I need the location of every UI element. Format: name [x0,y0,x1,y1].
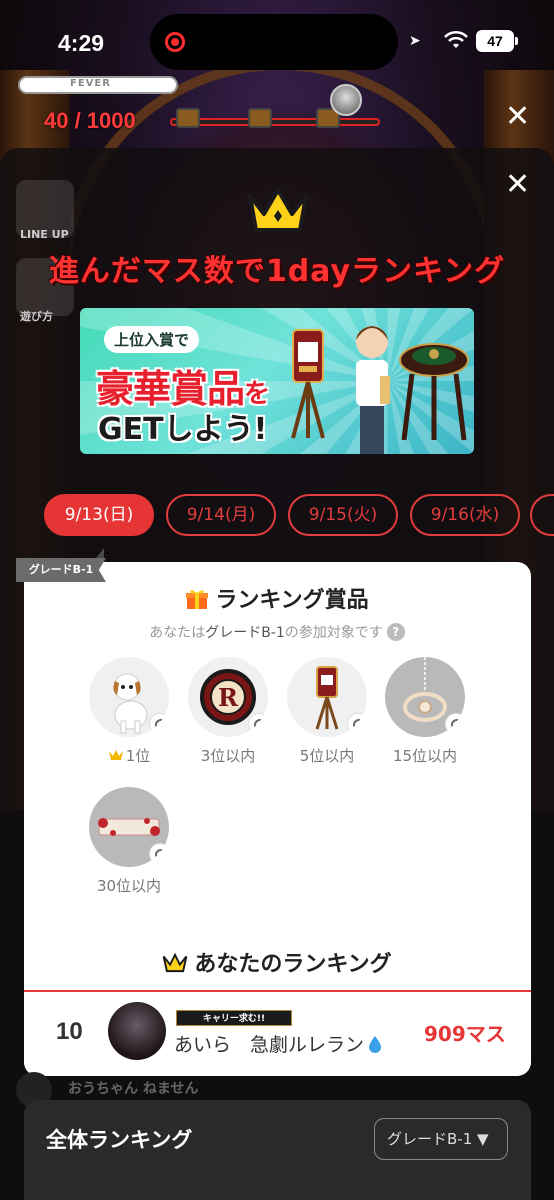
banner-pill: 上位入賞で [104,326,200,353]
player-avatar [330,84,362,116]
battery-icon: 47 [476,30,518,52]
prize-label: 3位以内 [200,747,256,765]
ribbon-fold [96,548,104,558]
board-track [170,118,380,126]
gift-icon [186,590,209,609]
rank-number: 10 [56,1018,83,1045]
prize-item-3[interactable]: 5位以内 [286,657,368,766]
tab-date-4[interactable]: 9/16(水) [410,494,520,536]
tab-date-1[interactable]: 9/13(日) [44,494,154,536]
roulette-table-icon [399,343,469,441]
user-avatar[interactable] [108,1002,166,1060]
prize-item-5[interactable]: 30位以内 [88,787,170,896]
promo-banner[interactable]: 上位入賞で 豪華賞品を GETしよう! [80,308,474,454]
zoom-icon[interactable] [149,713,169,735]
prize-label: 5位以内 [299,747,355,765]
zoom-icon[interactable] [347,713,367,735]
user-name: あいら 急劇ルレラン [174,1030,382,1057]
prize-label: 15位以内 [392,747,458,765]
crown-icon [248,188,308,232]
prize-item-2[interactable]: R 3位以内 [187,657,269,766]
status-time: 4:29 [58,30,105,56]
overall-ranking-title: 全体ランキング [46,1128,193,1152]
wifi-icon [444,30,468,48]
eligibility-text: あなたはグレードB-1の参加対象です? [0,622,554,642]
grade-dropdown[interactable]: グレードB-1 ▼ [374,1118,508,1160]
crown-icon [108,750,123,760]
help-icon[interactable]: ? [386,623,405,641]
status-bar: 4:29 ➤ 47 [0,0,554,80]
chest-icon [248,108,272,128]
modal-close-button[interactable]: ✕ [505,170,530,200]
character-illustration [356,326,390,454]
lineup-label: LINE UP [20,228,69,241]
chest-icon [176,108,200,128]
tab-date-3[interactable]: 9/15(火) [288,494,398,536]
modal-title: 進んだマス数で1dayランキング [48,254,506,289]
prize-item-1[interactable]: 1位 [88,657,170,766]
progress-counter: 40 / 1000 [44,108,136,133]
prize-label: 30位以内 [96,877,162,895]
svg-text:R: R [218,683,239,712]
tab-date-5[interactable] [530,494,554,536]
prize-item-4[interactable]: 15位以内 [384,657,466,766]
user-score: 909マス [424,1022,506,1046]
prize-section-title: ランキング賞品 [0,582,554,614]
zoom-icon[interactable] [445,713,465,735]
banner-subheadline: GETしよう! [98,412,268,447]
list-item-name: おうちゃん ねません [68,1081,199,1097]
fever-label: FEVER [70,78,111,89]
dynamic-island [150,14,398,70]
tab-date-2[interactable]: 9/14(月) [166,494,276,536]
crown-icon [163,953,188,973]
location-icon: ➤ [409,33,421,49]
howto-label: 遊び方 [20,310,53,323]
zoom-icon[interactable] [248,713,268,735]
grade-ribbon: グレードB-1 [16,558,106,582]
user-title-tag: キャリー求む!! [176,1010,292,1026]
my-ranking-title: あなたのランキング [0,946,554,978]
water-drop-icon [369,1036,382,1053]
close-icon[interactable]: ✕ [505,102,530,132]
recording-icon [165,32,185,52]
zoom-icon[interactable] [149,843,169,865]
date-tabs: 9/13(日) 9/14(月) 9/15(火) 9/16(水) [44,494,554,538]
prize-label: 1位 [125,747,151,765]
slot-machine-icon [291,329,325,439]
